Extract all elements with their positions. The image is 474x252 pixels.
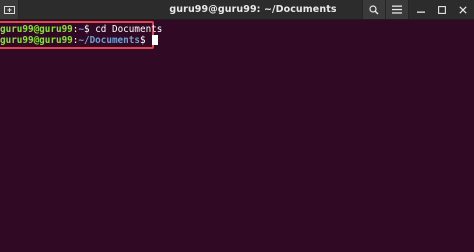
command-text: cd Documents: [89, 24, 163, 35]
new-tab-button[interactable]: [0, 0, 19, 19]
terminal-line: guru99@guru99:~/Documents$: [0, 35, 158, 47]
maximize-button[interactable]: [434, 0, 450, 19]
prompt-path: ~/Documents: [78, 35, 140, 46]
close-button[interactable]: [455, 0, 471, 19]
prompt-user-host: guru99@guru99: [0, 24, 73, 35]
text-cursor: [151, 35, 158, 45]
terminal-window: guru99@guru99: ~/Documents guru99@guru99…: [0, 0, 474, 252]
minimize-icon: [417, 11, 425, 13]
titlebar: guru99@guru99: ~/Documents: [0, 0, 474, 20]
maximize-icon: [438, 5, 446, 14]
prompt-user-host: guru99@guru99: [0, 35, 73, 46]
prompt-symbol: $: [139, 35, 146, 46]
close-icon: [459, 5, 467, 14]
new-tab-icon: [3, 6, 15, 14]
search-button[interactable]: [362, 0, 386, 19]
minimize-button[interactable]: [413, 0, 429, 19]
terminal-area[interactable]: guru99@guru99:~$ cd Documents guru99@gur…: [0, 20, 474, 252]
hamburger-menu-icon: [392, 5, 402, 14]
menu-button[interactable]: [386, 0, 409, 19]
search-icon: [369, 4, 379, 14]
